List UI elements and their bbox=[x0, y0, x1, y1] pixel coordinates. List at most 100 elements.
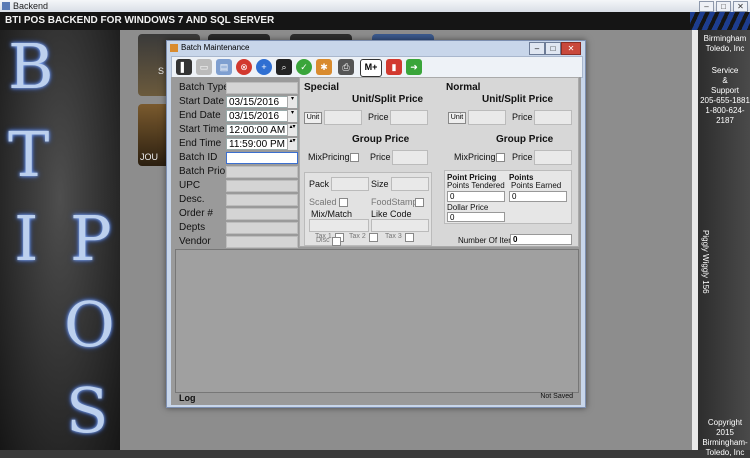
special-unit-button[interactable]: Unit bbox=[304, 112, 322, 124]
tax3-checkbox[interactable] bbox=[405, 233, 414, 242]
vendor-input[interactable] bbox=[226, 236, 298, 248]
support-line: Support bbox=[710, 86, 740, 95]
window-title: Backend bbox=[13, 1, 49, 11]
app-banner: BTI POS BACKEND FOR WINDOWS 7 AND SQL SE… bbox=[0, 12, 750, 30]
batch-id-label: Batch ID bbox=[179, 152, 218, 163]
window-titlebar: Backend – □ ✕ bbox=[0, 0, 750, 12]
special-price-label: Price bbox=[368, 112, 389, 122]
status-bar: Log Not Saved bbox=[175, 393, 577, 403]
copyright-line: Birmingham- bbox=[702, 438, 748, 447]
search-icon[interactable]: ⌕ bbox=[276, 59, 292, 75]
special-unit-split-price: Unit/Split Price bbox=[352, 94, 424, 105]
delete-icon[interactable]: ⊗ bbox=[236, 59, 252, 75]
mixmatch-input[interactable] bbox=[309, 219, 369, 232]
normal-group-price-label: Price bbox=[512, 152, 533, 162]
batch-prio-input[interactable] bbox=[226, 166, 298, 178]
start-time-picker[interactable]: 12:00:00 AM ▴▾ bbox=[226, 124, 298, 136]
tax2-label: Tax 2 bbox=[349, 233, 366, 240]
point-pricing-group: Point Pricing Points Points Tendered Poi… bbox=[444, 170, 572, 224]
batch-maintenance-dialog: Batch Maintenance – □ ✕ ▌ ▭ ▤ ⊗ + ⌕ ✓ ✱ … bbox=[166, 40, 586, 408]
end-time-picker[interactable]: 11:59:00 PM ▴▾ bbox=[226, 138, 298, 150]
m-plus-icon[interactable]: M+ bbox=[360, 59, 382, 77]
mixmatch-label: Mix/Match bbox=[311, 209, 353, 219]
points-earned-input[interactable]: 0 bbox=[509, 191, 567, 202]
dialog-title: Batch Maintenance bbox=[181, 43, 250, 52]
start-time-label: Start Time bbox=[179, 124, 225, 135]
normal-price-input[interactable] bbox=[534, 110, 572, 125]
tag-icon[interactable]: ✱ bbox=[316, 59, 332, 75]
disc-label: Disc bbox=[316, 237, 330, 244]
normal-unit-button[interactable]: Unit bbox=[448, 112, 466, 124]
normal-unit-split-price: Unit/Split Price bbox=[482, 94, 554, 105]
company-line: Birmingham bbox=[703, 34, 747, 43]
order-input[interactable] bbox=[226, 208, 298, 220]
log-label: Log bbox=[179, 393, 196, 403]
save-icon[interactable]: ▤ bbox=[216, 59, 232, 75]
size-label: Size bbox=[371, 179, 389, 189]
special-unit-input[interactable] bbox=[324, 110, 362, 125]
normal-mixpricing-checkbox[interactable] bbox=[496, 153, 505, 162]
foodstamp-checkbox[interactable] bbox=[415, 198, 424, 207]
calendar-icon[interactable]: ▾ bbox=[287, 110, 297, 122]
pack-input[interactable] bbox=[331, 177, 369, 191]
logo-letter-o: O bbox=[64, 288, 115, 361]
spinner-icon[interactable]: ▴▾ bbox=[287, 138, 297, 150]
end-date-picker[interactable]: 03/15/2016 ▾ bbox=[226, 110, 298, 122]
points-tendered-input[interactable]: 0 bbox=[447, 191, 505, 202]
dollar-price-input[interactable]: 0 bbox=[447, 212, 505, 222]
batch-id-input[interactable] bbox=[226, 152, 298, 164]
maximize-button[interactable]: □ bbox=[716, 1, 731, 12]
start-date-value: 03/15/2016 bbox=[229, 97, 280, 108]
special-group-price-input[interactable] bbox=[392, 150, 428, 165]
vertical-scrollbar[interactable] bbox=[692, 30, 698, 450]
normal-heading: Normal bbox=[446, 82, 481, 93]
list-icon[interactable]: ▭ bbox=[196, 59, 212, 75]
normal-unit-input[interactable] bbox=[468, 110, 506, 125]
dialog-maximize-button[interactable]: □ bbox=[545, 42, 561, 55]
add-icon[interactable]: + bbox=[256, 59, 272, 75]
points-earned-label: Points Earned bbox=[511, 181, 562, 190]
calendar-icon[interactable]: ▾ bbox=[287, 96, 297, 108]
special-mixpricing-checkbox[interactable] bbox=[350, 153, 359, 162]
company-name: Birmingham Toledo, Inc bbox=[700, 34, 750, 54]
dollar-price-label: Dollar Price bbox=[447, 203, 489, 212]
ok-icon[interactable]: ✓ bbox=[296, 59, 312, 75]
batch-type-label: Batch Type bbox=[179, 82, 229, 93]
foodstamp-label: FoodStamp bbox=[371, 197, 418, 207]
minimize-button[interactable]: – bbox=[699, 1, 714, 12]
end-date-value: 03/15/2016 bbox=[229, 111, 280, 122]
special-price-input[interactable] bbox=[390, 110, 428, 125]
items-grid[interactable] bbox=[175, 249, 579, 393]
dialog-close-button[interactable]: ✕ bbox=[561, 42, 581, 55]
scaled-checkbox[interactable] bbox=[339, 198, 348, 207]
close-button[interactable]: ✕ bbox=[733, 1, 748, 12]
likecode-input[interactable] bbox=[371, 219, 429, 232]
vendor-label: Vendor bbox=[179, 236, 211, 247]
dialog-minimize-button[interactable]: – bbox=[529, 42, 545, 55]
spinner-icon[interactable]: ▴▾ bbox=[287, 124, 297, 136]
start-date-picker[interactable]: 03/15/2016 ▾ bbox=[226, 96, 298, 108]
support-info: Service & Support 205-655-1881 1-800-624… bbox=[700, 66, 750, 126]
special-group-price: Group Price bbox=[352, 134, 410, 145]
logo-letter-i: I bbox=[14, 202, 39, 275]
pricing-panel: Special Unit/Split Price Unit Price Grou… bbox=[299, 77, 579, 247]
disc-checkbox[interactable] bbox=[332, 237, 341, 246]
remove-icon[interactable]: ▮ bbox=[386, 59, 402, 75]
order-label: Order # bbox=[179, 208, 213, 219]
save-status: Not Saved bbox=[540, 393, 573, 400]
end-date-label: End Date bbox=[179, 110, 221, 121]
tax2-checkbox[interactable] bbox=[369, 233, 378, 242]
number-of-items-input[interactable]: 0 bbox=[510, 234, 572, 245]
normal-group-price-input[interactable] bbox=[534, 150, 572, 165]
size-input[interactable] bbox=[391, 177, 429, 191]
banner-title: BTI POS BACKEND FOR WINDOWS 7 AND SQL SE… bbox=[5, 15, 275, 26]
batch-type-select[interactable] bbox=[226, 82, 298, 94]
desc-input[interactable] bbox=[226, 194, 298, 206]
support-phone: 205-655-1881 bbox=[700, 96, 750, 105]
new-icon[interactable]: ▌ bbox=[176, 59, 192, 75]
import-icon[interactable]: ➜ bbox=[406, 59, 422, 75]
depts-input[interactable] bbox=[226, 222, 298, 234]
upc-input[interactable] bbox=[226, 180, 298, 192]
print-icon[interactable]: ⎙ bbox=[338, 59, 354, 75]
start-time-value: 12:00:00 AM bbox=[229, 125, 286, 136]
